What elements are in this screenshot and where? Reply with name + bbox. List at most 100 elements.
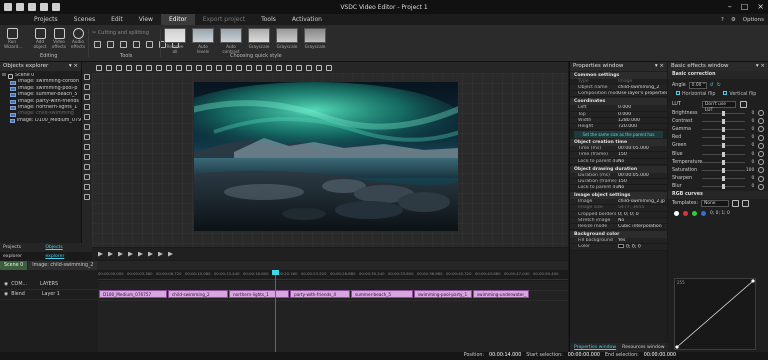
prop-value[interactable]: 1280.000 bbox=[618, 118, 667, 123]
prop-value[interactable]: No bbox=[618, 218, 667, 223]
menu-view[interactable]: View bbox=[131, 14, 161, 25]
grid-icon[interactable] bbox=[256, 64, 262, 71]
reset-icon[interactable] bbox=[758, 134, 764, 141]
prop-resize-mode[interactable]: Resize mode Cubic interpolation bbox=[570, 224, 667, 231]
timeline-clip[interactable]: swimming-underwater_ bbox=[473, 290, 529, 298]
fullscreen-icon[interactable] bbox=[168, 251, 173, 257]
quick-style-grayscale-1[interactable]: Grayscale bbox=[248, 28, 270, 54]
menu-activation[interactable]: Activation bbox=[284, 14, 330, 25]
tab-resources-window[interactable]: Resources window bbox=[622, 343, 664, 352]
align-bottom-icon[interactable] bbox=[206, 64, 212, 71]
reset-icon[interactable] bbox=[758, 175, 764, 182]
zoom-out-icon[interactable] bbox=[296, 64, 302, 71]
timeline-clip[interactable]: party-with-friends_4 bbox=[290, 290, 350, 298]
subtitle-tool-icon[interactable] bbox=[84, 164, 90, 170]
slider-track[interactable] bbox=[702, 159, 746, 165]
step-forward-icon[interactable] bbox=[108, 251, 113, 257]
menu-scenes[interactable]: Scenes bbox=[66, 14, 103, 25]
expand-icon[interactable]: ⊟ bbox=[2, 73, 6, 79]
align-top-icon[interactable] bbox=[186, 64, 192, 71]
quick-style-auto-levels[interactable]: Auto levels bbox=[192, 28, 214, 54]
prop-value[interactable]: child-swimming_2 bbox=[618, 85, 667, 90]
prop-value[interactable]: 0.000 bbox=[618, 112, 667, 117]
slider-track[interactable] bbox=[701, 118, 745, 124]
lut-edit-icon[interactable] bbox=[740, 100, 747, 108]
tab-projects-explorer[interactable]: Projects explorer bbox=[3, 243, 40, 259]
timeline-clip[interactable]: child-swimming_2 bbox=[168, 290, 228, 298]
tree-item[interactable]: Image: D100_Medium_079 bbox=[2, 118, 81, 124]
slider-track[interactable] bbox=[701, 110, 745, 116]
channel-rgb-icon[interactable] bbox=[674, 211, 679, 217]
section-common[interactable]: Common settings bbox=[570, 72, 667, 79]
resize-icon[interactable] bbox=[133, 41, 140, 48]
quick-style-grayscale-2[interactable]: Grayscale bbox=[276, 28, 298, 54]
horizontal-flip-checkbox[interactable]: Horizontal flip bbox=[676, 91, 715, 99]
quick-style-grayscale-3[interactable]: Grayscale bbox=[304, 28, 326, 54]
image-tool-icon[interactable] bbox=[84, 124, 90, 130]
crop-icon[interactable] bbox=[94, 41, 101, 48]
slider-brightness[interactable]: Brightness 0 bbox=[668, 109, 768, 117]
quick-style-remove-all[interactable]: Remove all bbox=[164, 28, 186, 54]
channel-blue-icon[interactable] bbox=[701, 211, 706, 217]
ellipse-icon[interactable] bbox=[84, 104, 90, 110]
timeline-ruler[interactable]: 00:00:00.000 00:00:03.360 00:00:06.720 00:0… bbox=[98, 270, 568, 280]
timeline-clip[interactable]: summer-beach_5 bbox=[351, 290, 413, 298]
cut-icon[interactable] bbox=[96, 64, 102, 71]
panel-close-icon[interactable]: ▾ × bbox=[756, 62, 765, 71]
section-drawing-duration[interactable]: Object drawing duration bbox=[570, 165, 667, 173]
slider-saturation[interactable]: Saturation 100 bbox=[668, 166, 768, 174]
reset-icon[interactable] bbox=[758, 151, 764, 158]
align-right-icon[interactable] bbox=[176, 64, 182, 71]
same-size-button[interactable]: Set the same size as the parent has bbox=[574, 131, 663, 139]
prop-value[interactable]: Use layer's properties bbox=[618, 91, 667, 96]
split-icon[interactable] bbox=[107, 41, 114, 48]
angle-input[interactable]: 0.00 ° bbox=[688, 81, 707, 89]
tab-scene[interactable]: Scene 0 bbox=[0, 261, 28, 270]
channel-green-icon[interactable] bbox=[692, 211, 697, 217]
reset-icon[interactable] bbox=[758, 126, 764, 133]
delete-icon[interactable] bbox=[126, 64, 132, 71]
pin-icon[interactable]: ▾ × bbox=[69, 62, 78, 71]
menu-tools[interactable]: Tools bbox=[253, 14, 284, 25]
chart-tool-icon[interactable] bbox=[84, 154, 90, 160]
prop-lock-parent-2[interactable]: Lock to parent du No bbox=[570, 185, 667, 192]
run-wizard-button[interactable]: Run Wizard... bbox=[4, 28, 22, 49]
prop-composition[interactable]: Composition mode Use layer's properties bbox=[570, 91, 667, 98]
slider-blur[interactable]: Blur 0 bbox=[668, 183, 768, 191]
video-frame-northern-lights[interactable] bbox=[194, 82, 458, 231]
prop-height[interactable]: Height 720.000 bbox=[570, 123, 667, 131]
prop-value[interactable]: Yes bbox=[618, 238, 667, 243]
resolution-icon[interactable] bbox=[316, 64, 322, 71]
audio-tool-icon[interactable] bbox=[84, 144, 90, 150]
panel-close-icon[interactable]: ▾ × bbox=[655, 62, 664, 71]
menu-export-project[interactable]: Export project bbox=[195, 14, 253, 25]
playhead[interactable] bbox=[272, 270, 279, 352]
tab-properties-window[interactable]: Properties window bbox=[574, 343, 616, 352]
zoom-in-icon[interactable] bbox=[286, 64, 292, 71]
minimize-icon[interactable]: – bbox=[728, 2, 732, 11]
eye-icon[interactable]: ◉ bbox=[4, 282, 8, 287]
play-icon[interactable] bbox=[98, 251, 103, 257]
layer-header-com[interactable]: ◉ COM... LAYERS bbox=[0, 280, 98, 290]
text-icon[interactable] bbox=[84, 114, 90, 120]
slider-track[interactable] bbox=[701, 143, 745, 149]
undo-tool-icon[interactable] bbox=[136, 64, 142, 71]
prop-value[interactable]: 150 bbox=[618, 179, 667, 184]
eye-icon[interactable]: ◉ bbox=[4, 292, 8, 297]
slider-temperature[interactable]: Temperature 0 bbox=[668, 158, 768, 166]
mask-icon[interactable] bbox=[326, 64, 332, 71]
prop-lock-parent[interactable]: Lock to parent du No bbox=[570, 158, 667, 165]
template-save-icon[interactable] bbox=[732, 200, 740, 208]
menu-edit[interactable]: Edit bbox=[103, 14, 131, 25]
layer-header-1[interactable]: ◉ Blend Layer 1 bbox=[0, 290, 98, 300]
layout-icon[interactable] bbox=[306, 64, 312, 71]
sprite-tool-icon[interactable] bbox=[84, 174, 90, 180]
prop-value[interactable]: No bbox=[618, 159, 667, 164]
cutting-splitting[interactable]: ✂ Cutting and splitting bbox=[92, 30, 149, 36]
prop-value[interactable]: No bbox=[618, 185, 667, 190]
slider-blue[interactable]: Blue 0 bbox=[668, 150, 768, 158]
loop-icon[interactable] bbox=[138, 251, 143, 257]
video-effects-button[interactable]: Video effects bbox=[51, 28, 67, 49]
line-icon[interactable] bbox=[84, 84, 90, 90]
vertical-flip-checkbox[interactable]: Vertical flip bbox=[723, 91, 756, 99]
